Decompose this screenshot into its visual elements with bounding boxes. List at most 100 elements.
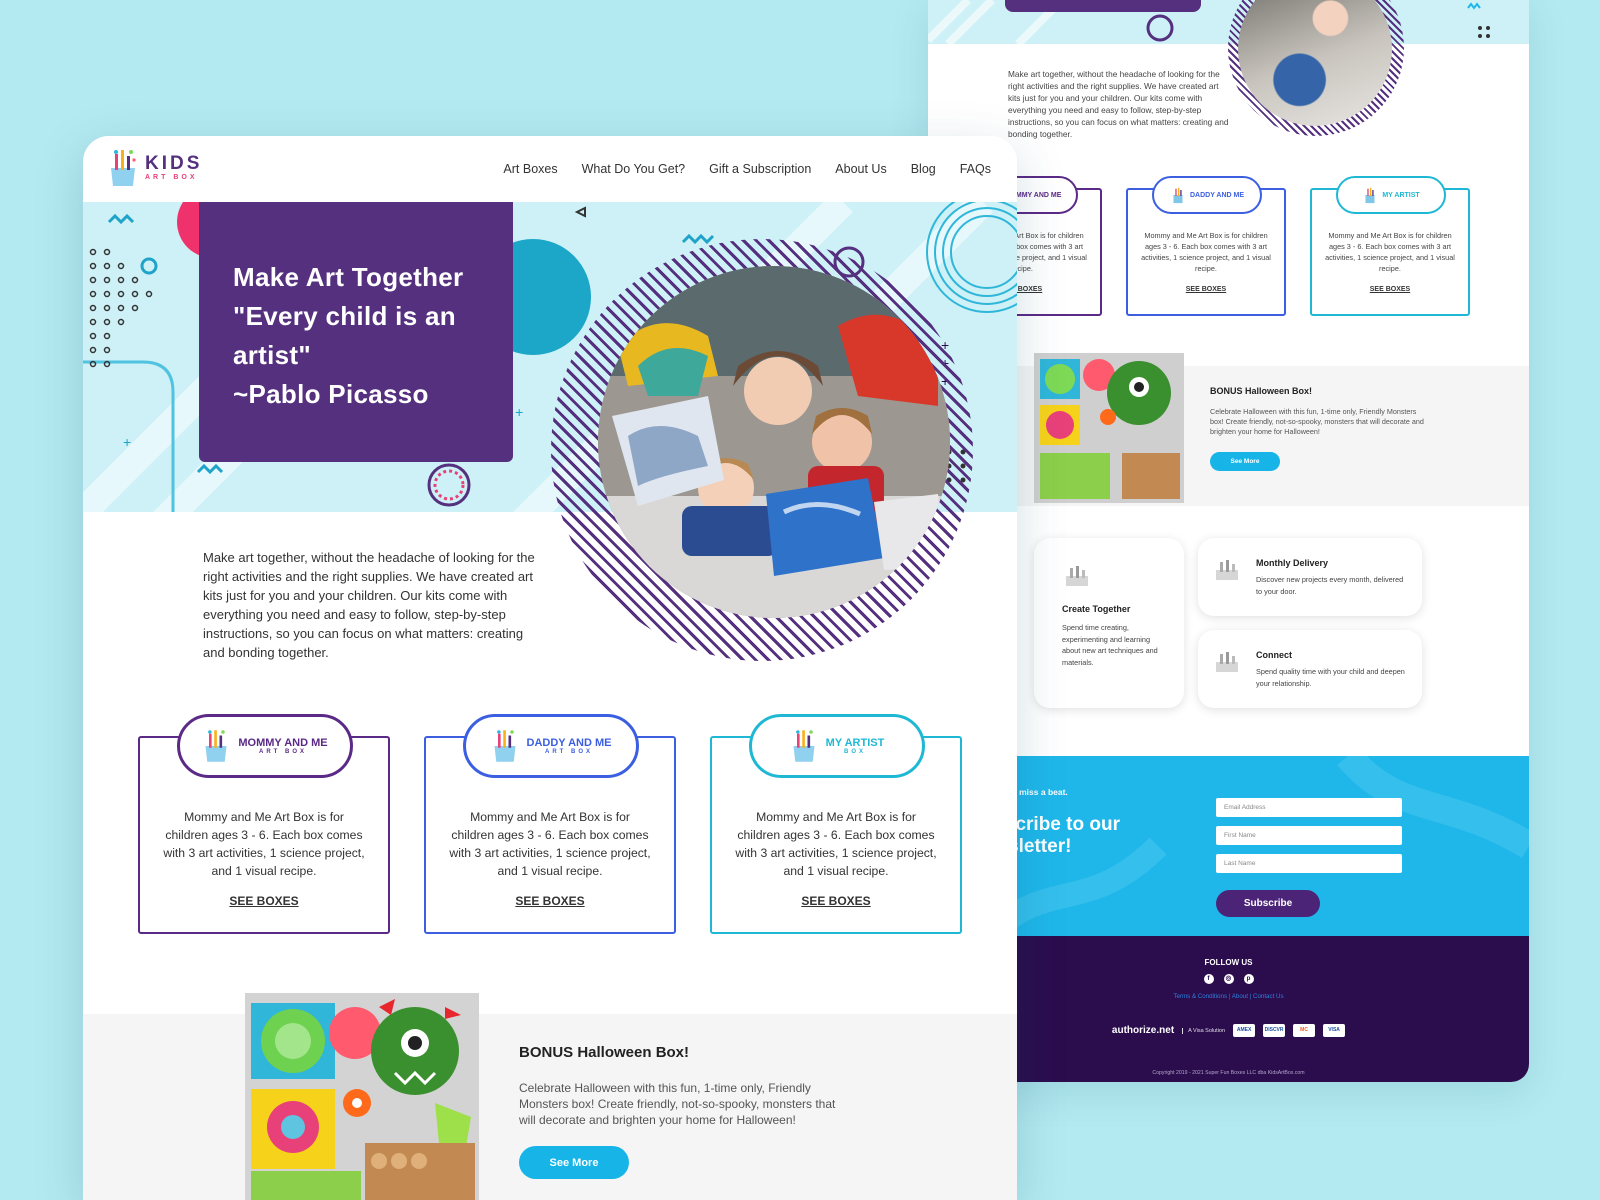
box-card-my-artist: MY ARTIST BOX Mommy and Me Art Box is fo… [710, 714, 962, 934]
box-card-daddy: DADDY AND ME ART BOX Mommy and Me Art Bo… [424, 714, 676, 934]
box-title: MY ARTIST [825, 736, 885, 749]
bonus-title: BONUS Halloween Box! [519, 1044, 690, 1061]
nav-gift-subscription[interactable]: Gift a Subscription [709, 162, 811, 176]
box-pill: MY ARTIST [1336, 176, 1446, 214]
about-link[interactable]: About [1232, 993, 1248, 1000]
newsletter-section: ✉ Never miss a beat. Subscribe to our Ne… [928, 756, 1529, 936]
pinterest-icon[interactable]: p [1243, 974, 1254, 984]
feature-card-create: Create Together Spend time creating, exp… [1034, 538, 1184, 708]
box-pill: MY ARTIST BOX [749, 714, 925, 778]
first-name-field[interactable]: First Name [1216, 826, 1402, 845]
facebook-icon[interactable]: f [1203, 974, 1214, 984]
box-subtitle: ART BOX [544, 748, 593, 755]
see-boxes-link[interactable]: SEE BOXES [712, 894, 960, 908]
box-title: DADDY AND ME [1189, 191, 1245, 199]
terms-link[interactable]: Terms & Conditions [1173, 993, 1227, 1000]
nav-blog[interactable]: Blog [911, 162, 936, 176]
halloween-crafts-image [1034, 353, 1184, 503]
box-subtitle: ART BOX [258, 748, 307, 755]
box-title: MOMMY AND ME [238, 736, 328, 749]
email-field[interactable]: Email Address [1216, 798, 1402, 817]
bonus-text: Celebrate Halloween with this fun, 1-tim… [519, 1081, 836, 1127]
social-icons: f ◎ p [928, 974, 1529, 984]
intro-text: Make art together, without the headache … [203, 550, 535, 660]
art-supplies-icon [1066, 566, 1088, 586]
box-pill-text: MY ARTIST BOX [825, 736, 885, 755]
follow-us-label: FOLLOW US [1204, 958, 1253, 967]
box-logo-icon [1365, 187, 1375, 204]
main-nav: Art Boxes What Do You Get? Gift a Subscr… [503, 162, 991, 176]
see-boxes-link[interactable]: SEE BOXES [1312, 286, 1468, 293]
front-page-preview: KIDS ART BOX Art Boxes What Do You Get? … [83, 136, 1017, 1200]
feature-title: Create Together [1062, 604, 1131, 614]
see-boxes-link[interactable]: SEE BOXES [426, 894, 674, 908]
box-card-daddy: DADDY AND ME Mommy and Me Art Box is for… [1126, 176, 1286, 316]
box-description: Mommy and Me Art Box is for children age… [1141, 231, 1271, 273]
box-pill: MOMMY AND ME ART BOX [177, 714, 353, 778]
hero-headline-line-1: Make Art Together [233, 262, 464, 292]
box-description: Mommy and Me Art Box is for children age… [735, 810, 937, 878]
footer: FOLLOW US f ◎ p Terms & Conditions | Abo… [928, 936, 1529, 1082]
intro-text: Make art together, without the headache … [1008, 69, 1229, 139]
halloween-box-photo [245, 993, 479, 1200]
box-logo-icon [494, 730, 516, 762]
site-logo[interactable]: KIDS ART BOX [107, 148, 202, 188]
contact-link[interactable]: Contact Us [1253, 993, 1284, 1000]
feature-title: Connect [1256, 650, 1292, 660]
last-name-field[interactable]: Last Name [1216, 854, 1402, 873]
box-pill-text: DADDY AND ME ART BOX [526, 736, 612, 755]
see-more-button[interactable]: See More [519, 1146, 629, 1179]
box-logo-icon [1173, 187, 1183, 204]
halloween-crafts-image [245, 993, 479, 1200]
site-header: KIDS ART BOX Art Boxes What Do You Get? … [83, 136, 1017, 202]
connect-icon [1216, 652, 1238, 672]
box-description: Mommy and Me Art Box is for children age… [1325, 231, 1455, 273]
delivery-icon [1216, 560, 1238, 580]
visa-icon: VISA [1323, 1024, 1346, 1037]
nav-faqs[interactable]: FAQs [960, 162, 991, 176]
see-more-button[interactable]: See More [1210, 452, 1280, 471]
hero-quote-box: Make Art Together "Every child is an art… [199, 202, 513, 462]
box-pill: DADDY AND ME ART BOX [463, 714, 639, 778]
svg-text:+: + [123, 434, 131, 450]
box-description: Mommy and Me Art Box is for children age… [163, 810, 365, 878]
logo-wordmark: KIDS ART BOX [145, 154, 202, 182]
feature-text: Spend time creating, experimenting and l… [1062, 623, 1158, 667]
box-card-mommy: MOMMY AND ME ART BOX Mommy and Me Art Bo… [138, 714, 390, 934]
brand-tagline: ART BOX [145, 174, 198, 181]
box-title: DADDY AND ME [526, 736, 612, 749]
box-pill-text: MOMMY AND ME ART BOX [238, 736, 328, 755]
discover-icon: DISCVR [1263, 1024, 1286, 1037]
copyright: Copyright 2019 - 2021 Super Fun Boxes LL… [1152, 1070, 1305, 1076]
feature-title: Monthly Delivery [1256, 558, 1329, 568]
nav-what-do-you-get[interactable]: What Do You Get? [582, 162, 686, 176]
visa-solution-note: A Visa Solution [1182, 1027, 1225, 1034]
bonus-title: BONUS Halloween Box! [1210, 386, 1313, 396]
hero-headline-line-3: artist" [233, 340, 312, 370]
halloween-box-photo [1034, 353, 1184, 503]
box-card-my-artist: MY ARTIST Mommy and Me Art Box is for ch… [1310, 176, 1470, 316]
payment-logos: authorize.net A Visa Solution AMEX DISCV… [928, 1024, 1529, 1037]
bonus-text: Celebrate Halloween with this fun, 1-tim… [1210, 407, 1424, 436]
mother-and-children-painting-photo [598, 266, 950, 618]
subscribe-button[interactable]: Subscribe [1216, 890, 1320, 917]
feature-text: Spend quality time with your child and d… [1256, 667, 1405, 688]
see-boxes-link[interactable]: SEE BOXES [140, 894, 388, 908]
back-page-preview: Make art together, without the headache … [928, 0, 1529, 1082]
brand-name: KIDS [145, 153, 203, 174]
family-photo [598, 266, 950, 618]
box-logo-icon [793, 730, 815, 762]
box-logo-icon [205, 730, 227, 762]
nav-art-boxes[interactable]: Art Boxes [503, 162, 557, 176]
box-title: MY ARTIST [1382, 191, 1420, 199]
see-boxes-link[interactable]: SEE BOXES [1128, 286, 1284, 293]
instagram-icon[interactable]: ◎ [1223, 974, 1234, 984]
hero-title-box [1005, 0, 1201, 12]
art-box-logo-icon [111, 150, 136, 186]
nav-about-us[interactable]: About Us [835, 162, 886, 176]
hero-headline-line-2: "Every child is an [233, 301, 456, 331]
box-pill: DADDY AND ME [1152, 176, 1262, 214]
footer-links: Terms & Conditions | About | Contact Us [1173, 993, 1284, 1000]
amex-icon: AMEX [1233, 1024, 1256, 1037]
mastercard-icon: MC [1293, 1024, 1316, 1037]
